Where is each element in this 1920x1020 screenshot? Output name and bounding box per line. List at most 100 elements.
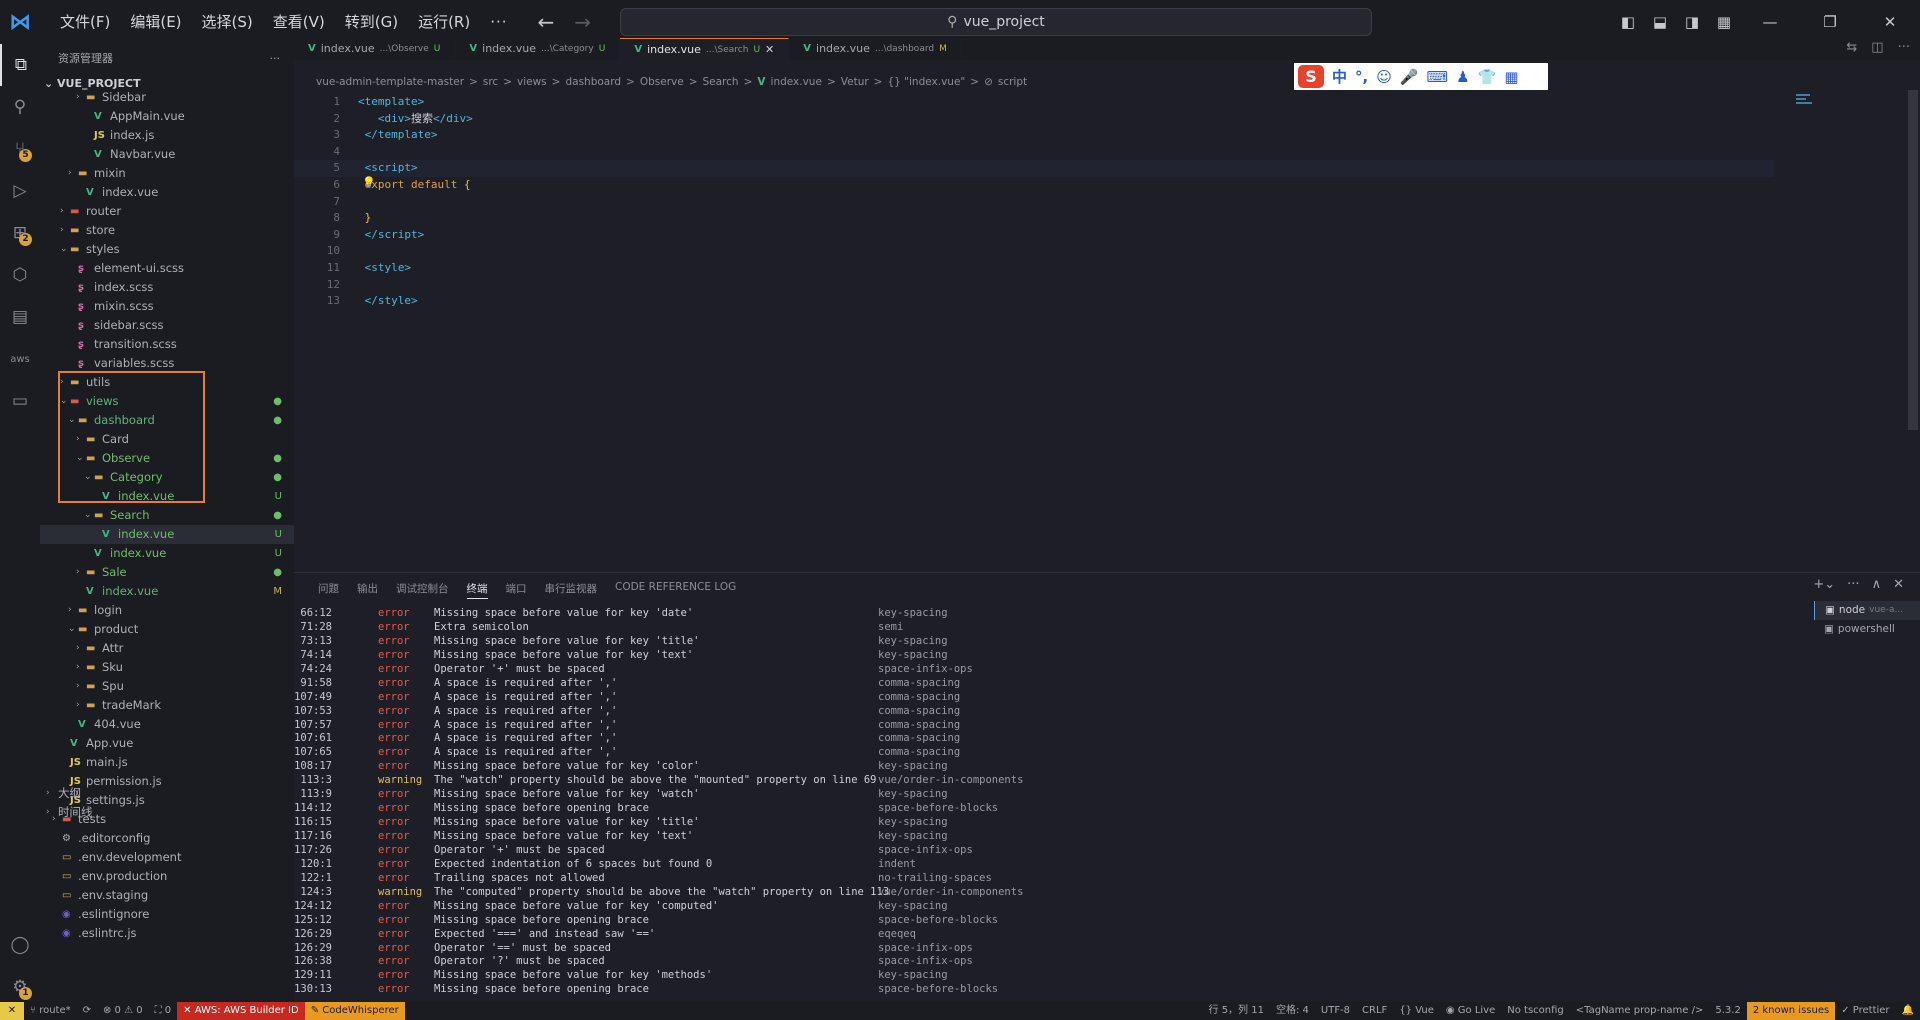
branch-indicator[interactable]: ⑂ route* [24,1002,77,1020]
outline-section[interactable]: › 大纲 [40,784,294,803]
close-tab-icon[interactable]: ✕ [765,39,774,61]
menu-file[interactable]: 文件(F) [50,0,120,44]
toggle-primary-sidebar-icon[interactable]: ◧ [1612,13,1644,31]
remote-explorer-icon[interactable]: ⬡ [0,254,40,296]
tree-item[interactable]: ⌄ ▬ Observe ● [40,449,294,468]
sogou-logo-icon[interactable]: S [1298,65,1324,88]
codewhisperer-indicator[interactable]: ✎ CodeWhisperer [304,1002,405,1020]
tree-item[interactable]: › ▬ mixin [40,164,294,183]
remote-indicator[interactable]: ✕ [0,1002,24,1020]
breadcrumb-item[interactable]: Observe [640,76,684,88]
tree-item[interactable]: ◉ .eslintrc.js [40,924,294,943]
toolbox-icon[interactable]: ▦ [1504,68,1518,86]
tree-item[interactable]: Vindex.vue U [40,487,294,506]
tree-item[interactable]: › ▬ router [40,202,294,221]
ime-lang[interactable]: 中 [1332,66,1347,87]
tree-item[interactable]: JS index.js [40,126,294,145]
version-indicator[interactable]: 5.3.2 [1709,1002,1746,1020]
panel-tab[interactable]: 调试控制台 [396,581,449,599]
language-mode[interactable]: {} Vue [1393,1002,1440,1020]
customize-layout-icon[interactable]: ▦ [1708,13,1740,31]
run-debug-icon[interactable]: ▷ [0,170,40,212]
panel-tab[interactable]: 串行监视器 [545,581,598,599]
tree-item[interactable]: Vindex.vue U [40,525,294,544]
cursor-position[interactable]: 行 5，列 11 [1203,1002,1270,1020]
extensions-icon[interactable]: ⊞ 2 [0,212,40,254]
tree-item[interactable]: ʂ mixin.scss [40,297,294,316]
vue-devtools-icon[interactable]: ▤ [0,296,40,338]
breadcrumb-item[interactable]: script [998,76,1027,88]
tree-item[interactable]: ▭ .env.development [40,848,294,867]
tree-item[interactable]: › ▬ utils [40,373,294,392]
tree-item[interactable]: ⌄ ▬ dashboard ● [40,411,294,430]
code-editor[interactable]: 1 <template> 2 <div>搜索</div> 3 </template> 4… [294,94,1774,310]
tree-item[interactable]: JS main.js [40,753,294,772]
tagname-indicator[interactable]: <TagName prop-name /> [1570,1002,1710,1020]
sync-icon[interactable]: ⟳ [77,1002,97,1020]
editor-tab[interactable]: Vindex.vue ...\Category U [455,38,621,60]
prettier-indicator[interactable]: ✓ Prettier [1835,1002,1895,1020]
user-icon[interactable]: ♟ [1456,68,1469,86]
tree-item[interactable]: ⌄ ▬ styles [40,240,294,259]
breadcrumb-item[interactable]: Vetur [841,76,869,88]
close-window-icon[interactable]: ✕ [1860,13,1920,31]
split-editor-icon[interactable]: ◫ [1871,40,1883,55]
tree-item[interactable]: V Navbar.vue [40,145,294,164]
account-icon[interactable]: ◯ [0,924,40,966]
forward-arrow-icon[interactable]: → [574,10,591,34]
panel-tab[interactable]: 端口 [506,581,527,599]
breadcrumb-item[interactable]: index.vue [771,76,822,88]
tree-item[interactable]: ⌄ ▬ product [40,620,294,639]
tree-item[interactable]: ʂ transition.scss [40,335,294,354]
panel-tab[interactable]: CODE REFERENCE LOG [615,581,736,599]
more-actions-icon[interactable]: ··· [1898,40,1910,55]
ime-punct[interactable]: °, [1355,68,1368,86]
tree-item[interactable]: V AppMain.vue [40,107,294,126]
compare-icon[interactable]: ⇆ [1846,40,1857,55]
restore-icon[interactable]: ❐ [1800,13,1860,31]
minimap[interactable] [1796,94,1816,124]
tree-item[interactable]: ⌄ ▬ views ● [40,392,294,411]
tree-item[interactable]: ▭ .env.production [40,867,294,886]
search-view-icon[interactable]: ⚲ [0,86,40,128]
lightbulb-icon[interactable]: 💡 [362,176,376,189]
toggle-panel-icon[interactable]: ⬓ [1644,13,1676,31]
editor-scrollbar[interactable] [1908,90,1918,430]
maximize-panel-icon[interactable]: ∧ [1872,577,1882,592]
tree-item[interactable]: › ▬ Card [40,430,294,449]
tree-item[interactable]: ʂ element-ui.scss [40,259,294,278]
tree-item[interactable]: › ▬ Spu [40,677,294,696]
toggle-secondary-sidebar-icon[interactable]: ◨ [1676,13,1708,31]
tsconfig-indicator[interactable]: No tsconfig [1501,1002,1570,1020]
ports-indicator[interactable]: ⛶ 0 [149,1002,178,1020]
breadcrumb-item[interactable]: Search [703,76,739,88]
tree-item[interactable]: ▭ .env.staging [40,886,294,905]
aws-indicator[interactable]: ✕ AWS: AWS Builder ID [177,1002,305,1020]
tree-item[interactable]: V App.vue [40,734,294,753]
notifications-bell-icon[interactable]: 🔔 [1896,1002,1920,1020]
tree-item[interactable]: ◉ .eslintignore [40,905,294,924]
breadcrumb-item[interactable]: views [517,76,547,88]
timeline-section[interactable]: › 时间线 [40,803,294,822]
minimize-icon[interactable]: — [1740,13,1800,31]
editor-tab[interactable]: Vindex.vue ...\Search U ✕ [620,38,790,61]
editor-tab[interactable]: Vindex.vue ...\dashboard M [789,38,962,60]
skin-icon[interactable]: 👕 [1478,68,1497,86]
breadcrumb-item[interactable]: src [483,76,498,88]
tree-item[interactable]: › ▬ tradeMark [40,696,294,715]
tree-item[interactable]: ⌄ ▬ Search ● [40,506,294,525]
panel-tab[interactable]: 问题 [318,581,339,599]
aws-icon[interactable]: aws [0,338,40,380]
new-terminal-icon[interactable]: +⌄ [1813,577,1835,592]
tree-item[interactable]: Vindex.vue U [40,544,294,563]
terminal-instance[interactable]: ▣ node vue-a... [1814,601,1920,620]
explorer-more-icon[interactable]: ··· [270,44,281,74]
mic-icon[interactable]: 🎤 [1400,68,1419,86]
source-control-icon[interactable]: ⑂ 5 [0,128,40,170]
encoding[interactable]: UTF-8 [1315,1002,1356,1020]
more-actions-icon[interactable]: ··· [1847,577,1859,592]
back-arrow-icon[interactable]: ← [538,10,555,34]
tree-item[interactable]: › ▬ Attr [40,639,294,658]
problems-indicator[interactable]: ⊗ 0 ⚠ 0 [97,1002,149,1020]
tree-item[interactable]: V 404.vue [40,715,294,734]
